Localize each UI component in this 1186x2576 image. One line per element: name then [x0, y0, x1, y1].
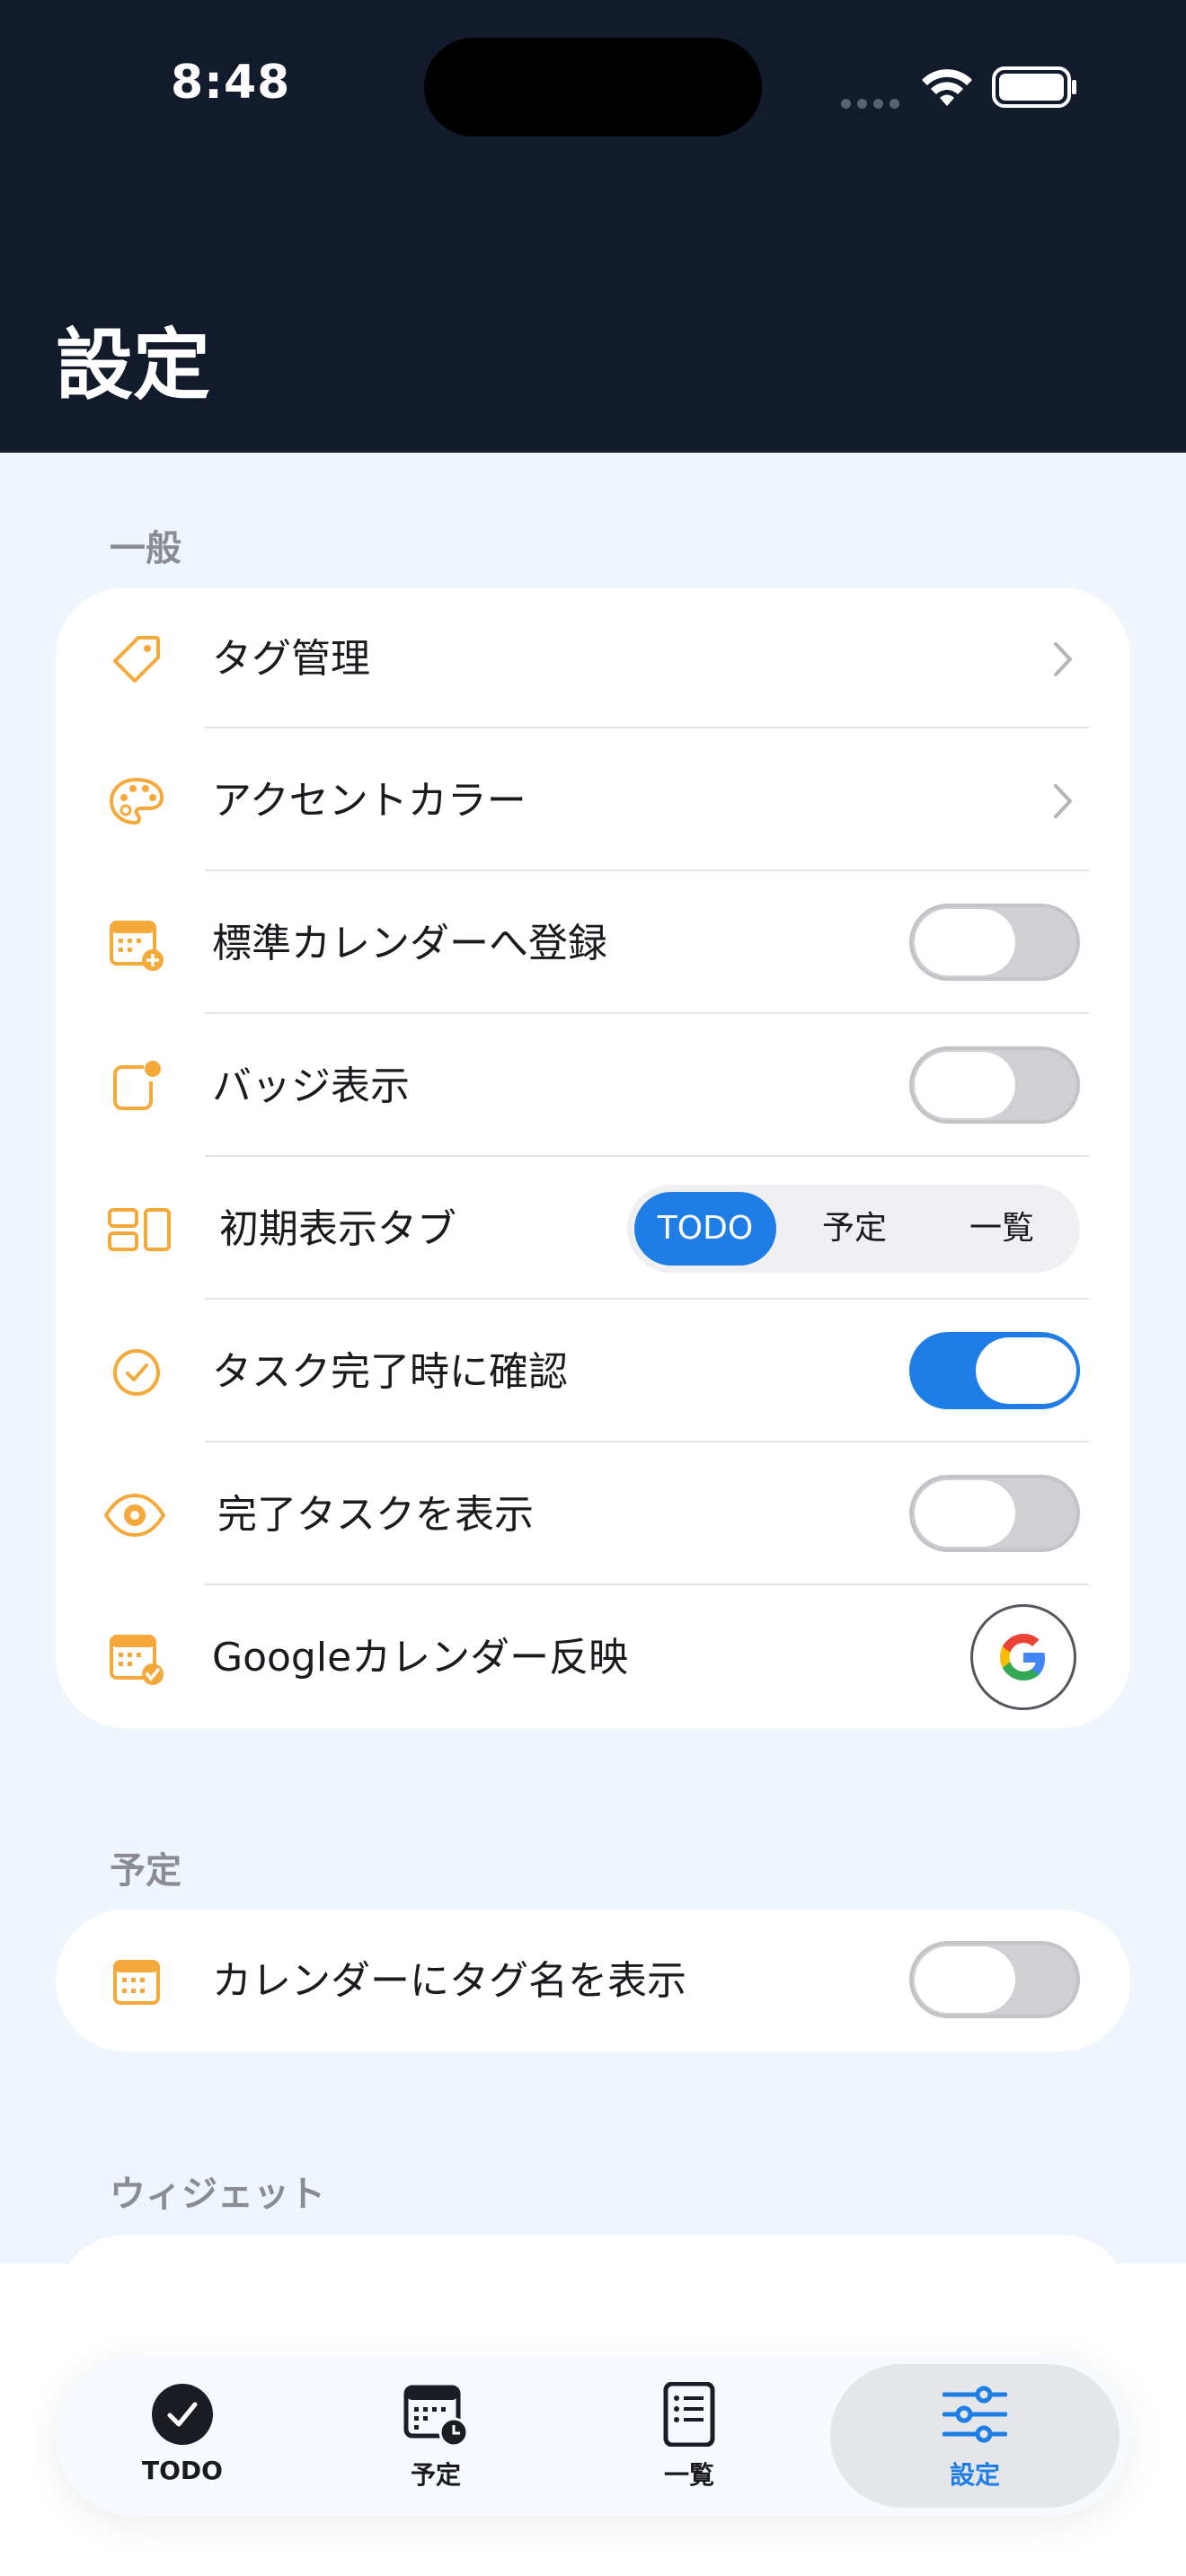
- section-label-general: 一般: [110, 528, 181, 569]
- checkmark-circle-icon: [152, 2384, 213, 2445]
- row-badge-display: バッジ表示: [56, 1015, 1130, 1158]
- row-label: 初期表示タブ: [219, 1206, 456, 1252]
- chevron-right-icon: [1054, 642, 1072, 676]
- row-standard-calendar: 標準カレンダーへ登録: [56, 872, 1130, 1015]
- badge-icon: [113, 1061, 161, 1110]
- initial-tab-segmented-control: TODO 予定 一覧: [627, 1185, 1080, 1273]
- wifi-icon: [922, 69, 972, 106]
- row-confirm-completion: タスク完了時に確認: [56, 1301, 1130, 1443]
- badge-toggle[interactable]: [909, 1046, 1080, 1124]
- settings-screen: 8:48 設定 一般 タグ管理 アクセントカラー 標準カレンダーへ登録 バッジ表…: [0, 0, 1186, 2576]
- row-label: タスク完了時に確認: [212, 1349, 568, 1395]
- tab-todo[interactable]: TODO: [56, 2355, 309, 2517]
- row-label: アクセントカラー: [212, 778, 527, 824]
- check-circle-icon: [113, 1349, 160, 1396]
- row-accent-color[interactable]: アクセントカラー: [56, 729, 1130, 872]
- schedule-settings-card: カレンダーにタグ名を表示: [56, 1910, 1130, 2051]
- tab-bar: TODO 予定 一覧 設定: [56, 2355, 1130, 2517]
- row-show-tag-name: カレンダーにタグ名を表示: [56, 1910, 1130, 2052]
- confirm-completion-toggle[interactable]: [909, 1332, 1080, 1409]
- segment-todo[interactable]: TODO: [634, 1192, 776, 1266]
- toggle-knob: [915, 1946, 1015, 2013]
- row-label: バッジ表示: [212, 1063, 410, 1109]
- row-label: カレンダーにタグ名を表示: [212, 1958, 686, 2004]
- tab-label: 一覧: [663, 2460, 714, 2490]
- palette-icon: [109, 777, 164, 825]
- tab-schedule[interactable]: 予定: [309, 2355, 562, 2517]
- tab-label: 設定: [949, 2460, 1000, 2490]
- status-time: 8:48: [171, 56, 291, 110]
- tab-label: TODO: [142, 2456, 223, 2485]
- divider: [205, 1584, 1089, 1585]
- toggle-knob: [915, 909, 1015, 975]
- segment-list[interactable]: 一覧: [931, 1192, 1073, 1266]
- toggle-knob: [915, 1052, 1015, 1118]
- divider: [205, 1441, 1089, 1442]
- divider: [205, 1298, 1089, 1300]
- section-label-schedule: 予定: [110, 1850, 181, 1892]
- section-label-widget: ウィジェット: [110, 2174, 325, 2215]
- row-initial-tab: 初期表示タブ TODO 予定 一覧: [56, 1158, 1130, 1301]
- toggle-knob: [915, 1480, 1015, 1547]
- toggle-knob: [976, 1337, 1076, 1404]
- dynamic-island: [424, 38, 762, 137]
- divider: [205, 727, 1089, 728]
- segment-schedule[interactable]: 予定: [783, 1192, 925, 1266]
- divider: [205, 1012, 1089, 1014]
- general-settings-card: タグ管理 アクセントカラー 標準カレンダーへ登録 バッジ表示 初期表示タブ TO…: [56, 587, 1130, 1728]
- google-logo-icon: [1000, 1634, 1045, 1681]
- row-show-completed: 完了タスクを表示: [56, 1443, 1130, 1586]
- row-google-calendar: Googleカレンダー反映: [56, 1586, 1130, 1729]
- show-tag-name-toggle[interactable]: [909, 1941, 1080, 2018]
- google-sign-in-button[interactable]: [970, 1604, 1076, 1710]
- cellular-signal-icon: [841, 95, 906, 112]
- tab-list[interactable]: 一覧: [562, 2355, 816, 2517]
- calendar-clock-icon: [403, 2385, 468, 2447]
- calendar-check-icon: [110, 1635, 164, 1685]
- divider: [205, 1155, 1089, 1157]
- layout-icon: [108, 1208, 171, 1251]
- divider: [205, 869, 1089, 871]
- row-label: 完了タスクを表示: [217, 1492, 534, 1538]
- row-tag-management[interactable]: タグ管理: [56, 587, 1130, 730]
- calendar-add-icon: [110, 921, 164, 971]
- calendar-icon: [113, 1960, 160, 2005]
- calendar-register-toggle[interactable]: [909, 904, 1080, 981]
- row-label: タグ管理: [212, 636, 370, 682]
- tab-label: 予定: [410, 2460, 461, 2490]
- page-title: 設定: [56, 321, 210, 410]
- chevron-right-icon: [1054, 784, 1072, 818]
- row-label: 標準カレンダーへ登録: [212, 921, 607, 966]
- show-completed-toggle[interactable]: [909, 1475, 1080, 1552]
- tag-icon: [113, 636, 160, 683]
- header: 8:48 設定: [0, 0, 1186, 453]
- tab-settings[interactable]: 設定: [830, 2364, 1120, 2508]
- list-icon: [663, 2382, 715, 2447]
- row-label: Googleカレンダー反映: [212, 1635, 629, 1681]
- sliders-icon: [943, 2386, 1007, 2443]
- battery-icon: [992, 66, 1076, 108]
- eye-icon: [103, 1493, 166, 1538]
